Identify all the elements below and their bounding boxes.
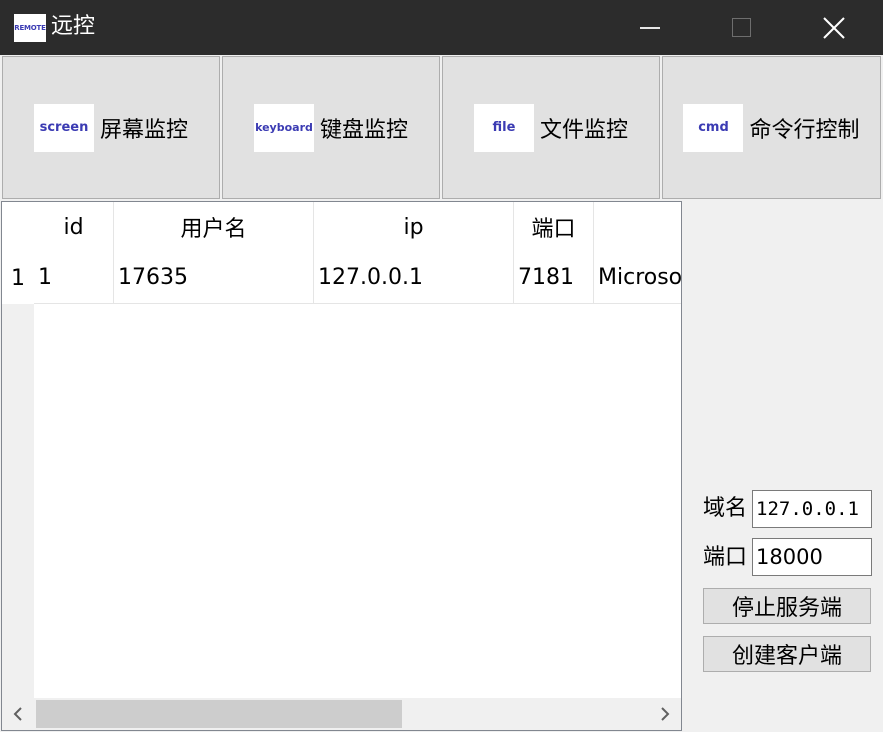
window-title: 远控 [51,14,96,39]
minimize-button[interactable] [620,0,680,55]
keyboard-monitor-button[interactable]: keyboard 键盘监控 [222,56,440,199]
keyboard-icon-text: keyboard [255,121,313,134]
keyboard-icon: keyboard [253,103,314,152]
screen-icon: screen [33,103,94,152]
main-window: REMOTE 远控 screen 屏幕监控 keyboard 键盘监控 file… [0,0,883,732]
scrollbar-thumb[interactable] [36,700,402,728]
port-label: 端口 [703,545,748,570]
maximize-button[interactable] [711,0,771,55]
screen-icon-text: screen [39,120,89,135]
table-cell-id[interactable]: 1 [34,252,114,304]
cmd-icon: cmd [683,103,744,152]
close-button[interactable] [804,0,864,55]
column-header-id[interactable]: id [34,202,114,252]
client-table[interactable]: id 用户名 ip 端口 1 1 17635 127.0.0.1 7181 Mi… [1,201,682,731]
app-icon-text: REMOTE [14,24,46,32]
stop-server-button[interactable]: 停止服务端 [703,588,871,624]
close-icon [823,16,845,39]
file-icon: file [473,103,534,152]
table-cell-extra[interactable]: Microsoft [594,252,681,304]
column-header-username[interactable]: 用户名 [114,202,314,252]
minimize-icon [640,26,660,29]
title-bar[interactable]: REMOTE 远控 [0,0,883,55]
app-icon: REMOTE [14,14,46,42]
column-header-extra[interactable] [594,202,681,252]
port-input[interactable]: 18000 [752,538,872,576]
horizontal-scrollbar[interactable] [2,698,681,730]
scroll-left-button[interactable] [2,698,34,730]
maximize-icon [731,18,751,37]
column-header-port[interactable]: 端口 [514,202,594,252]
toolbar: screen 屏幕监控 keyboard 键盘监控 file 文件监控 cmd … [0,55,883,200]
row-header-column [2,252,34,698]
command-line-label: 命令行控制 [749,117,860,143]
table-corner [2,202,34,252]
row-number[interactable]: 1 [2,252,34,304]
command-line-button[interactable]: cmd 命令行控制 [662,56,881,199]
file-icon-text: file [492,120,516,135]
table-cell-username[interactable]: 17635 [114,252,314,304]
table-cell-ip[interactable]: 127.0.0.1 [314,252,514,304]
column-header-ip[interactable]: ip [314,202,514,252]
keyboard-monitor-label: 键盘监控 [319,117,408,143]
domain-label: 域名 [703,496,748,521]
domain-input[interactable]: 127.0.0.1 [752,490,872,528]
screen-monitor-button[interactable]: screen 屏幕监控 [2,56,220,199]
cmd-icon-text: cmd [698,120,729,135]
chevron-left-icon [13,707,22,721]
table-cell-port[interactable]: 7181 [514,252,594,304]
file-monitor-button[interactable]: file 文件监控 [442,56,660,199]
chevron-right-icon [661,707,670,721]
file-monitor-label: 文件监控 [539,117,628,143]
screen-monitor-label: 屏幕监控 [99,117,188,143]
create-client-button[interactable]: 创建客户端 [703,636,871,672]
scroll-right-button[interactable] [649,698,681,730]
